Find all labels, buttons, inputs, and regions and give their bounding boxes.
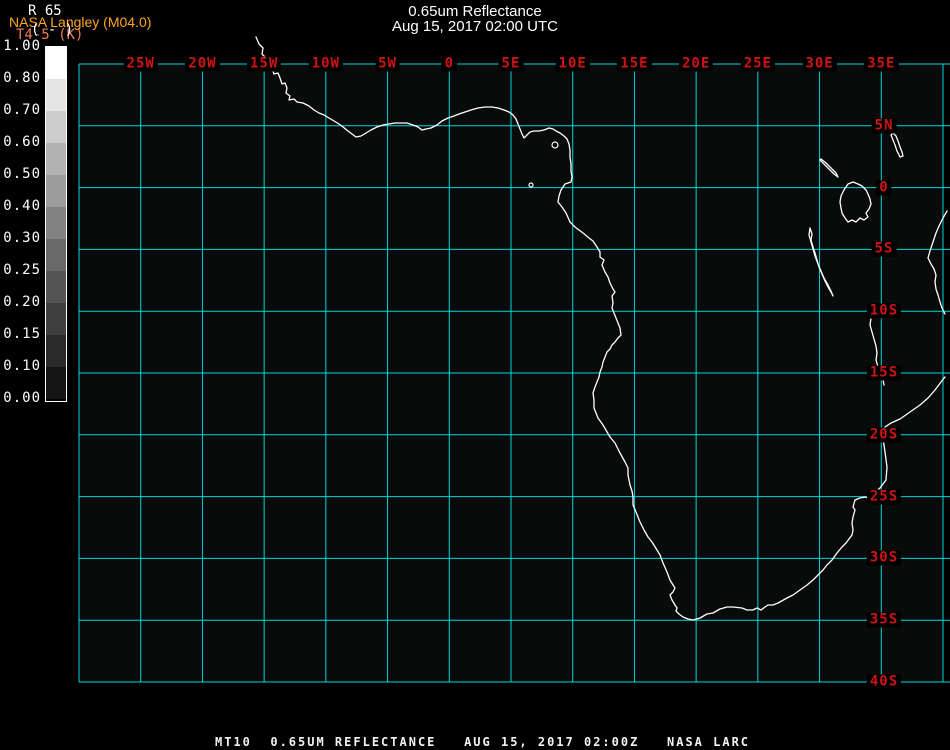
colorbar-tick-0.25: 0.25 xyxy=(3,262,41,278)
latitude-label-40S: 40S xyxy=(866,674,902,690)
longitude-label-20E: 20E xyxy=(678,56,714,72)
colorbar-segment-2 xyxy=(46,111,66,143)
latitude-label-5N: 5N xyxy=(871,118,897,134)
colorbar-segment-7 xyxy=(46,271,66,303)
map-canvas xyxy=(78,36,950,683)
longitude-label-25E: 25E xyxy=(740,56,775,72)
colorbar-tick-0.60: 0.60 xyxy=(3,134,41,150)
longitude-label-15E: 15E xyxy=(617,56,652,72)
longitude-label-5W: 5W xyxy=(375,56,400,72)
colorbar-tick-0.15: 0.15 xyxy=(3,326,41,342)
colorbar-tick-0.80: 0.80 xyxy=(3,70,41,86)
colorbar-tick-0.50: 0.50 xyxy=(3,166,41,182)
colorbar-tick-0.00: 0.00 xyxy=(3,390,41,406)
longitude-label-35E: 35E xyxy=(864,56,899,72)
latitude-label-5S: 5S xyxy=(871,241,897,257)
status-bar-text: MT10 0.65UM REFLECTANCE AUG 15, 2017 02:… xyxy=(215,735,751,749)
longitude-label-5E: 5E xyxy=(498,56,524,72)
colorbar-segment-1 xyxy=(46,79,66,111)
colorbar-segment-4 xyxy=(46,175,66,207)
colorbar-tick-0.10: 0.10 xyxy=(3,358,41,374)
colorbar-segment-3 xyxy=(46,143,66,175)
colorbar-tick-0.30: 0.30 xyxy=(3,230,41,246)
colorbar-units-label: ( - ) xyxy=(31,22,74,38)
longitude-label-15W: 15W xyxy=(246,56,282,72)
colorbar-segment-10 xyxy=(46,367,66,399)
latitude-label-30S: 30S xyxy=(866,550,902,566)
longitude-label-10E: 10E xyxy=(555,56,590,72)
longitude-label-0: 0 xyxy=(441,56,457,72)
latitude-label-35S: 35S xyxy=(866,612,902,628)
colorbar-segment-8 xyxy=(46,303,66,335)
colorbar xyxy=(45,46,67,402)
latitude-label-15S: 15S xyxy=(866,365,902,381)
longitude-label-20W: 20W xyxy=(185,56,220,72)
colorbar-segment-0 xyxy=(46,47,66,79)
latitude-label-20S: 20S xyxy=(866,427,902,443)
colorbar-segment-5 xyxy=(46,207,66,239)
colorbar-segment-6 xyxy=(46,239,66,271)
colorbar-tick-0.40: 0.40 xyxy=(3,198,41,214)
colorbar-tick-0.70: 0.70 xyxy=(3,102,41,118)
longitude-label-10W: 10W xyxy=(308,56,343,72)
longitude-label-25W: 25W xyxy=(123,56,158,72)
satellite-image-viewer: 0.65um Reflectance Aug 15, 2017 02:00 UT… xyxy=(0,0,950,750)
latitude-label-0: 0 xyxy=(876,180,892,196)
colorbar-tick-0.20: 0.20 xyxy=(3,294,41,310)
latitude-label-10S: 10S xyxy=(866,303,902,319)
longitude-label-30E: 30E xyxy=(802,56,837,72)
latitude-label-25S: 25S xyxy=(866,489,902,505)
colorbar-segment-9 xyxy=(46,335,66,367)
